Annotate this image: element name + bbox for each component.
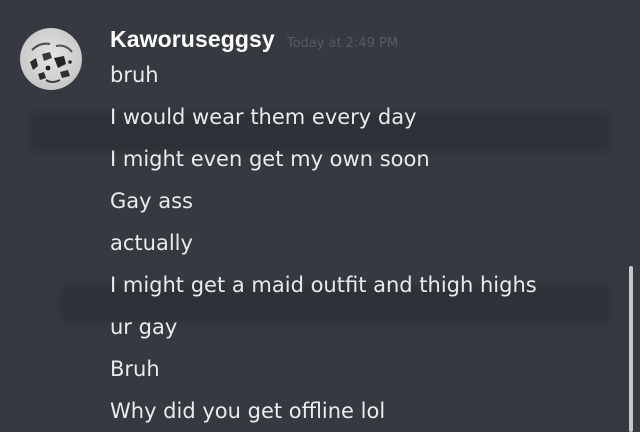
user-avatar-icon [30, 42, 73, 83]
message-text: Bruh [110, 357, 160, 381]
scrollbar-thumb[interactable] [629, 266, 633, 432]
message-text: actually [110, 231, 193, 255]
message-text: Gay ass [110, 189, 193, 213]
message-header: Kaworuseggsy Today at 2:49 PM [110, 26, 398, 56]
message-text: I would wear them every day [110, 105, 417, 129]
message-list: bruh I would wear them every day I might… [110, 58, 610, 432]
message-text: I might get a maid outfit and thigh high… [110, 273, 537, 297]
message-text: bruh [110, 63, 159, 87]
message-text: I might even get my own soon [110, 147, 430, 171]
message-timestamp: Today at 2:49 PM [286, 36, 399, 51]
username[interactable]: Kaworuseggsy [110, 26, 275, 53]
chat-message-area: Kaworuseggsy Today at 2:49 PM bruh I wou… [0, 0, 640, 432]
message-text: ur gay [110, 315, 178, 339]
message-text: Why did you get offline lol [110, 399, 386, 423]
user-avatar[interactable] [20, 28, 82, 90]
